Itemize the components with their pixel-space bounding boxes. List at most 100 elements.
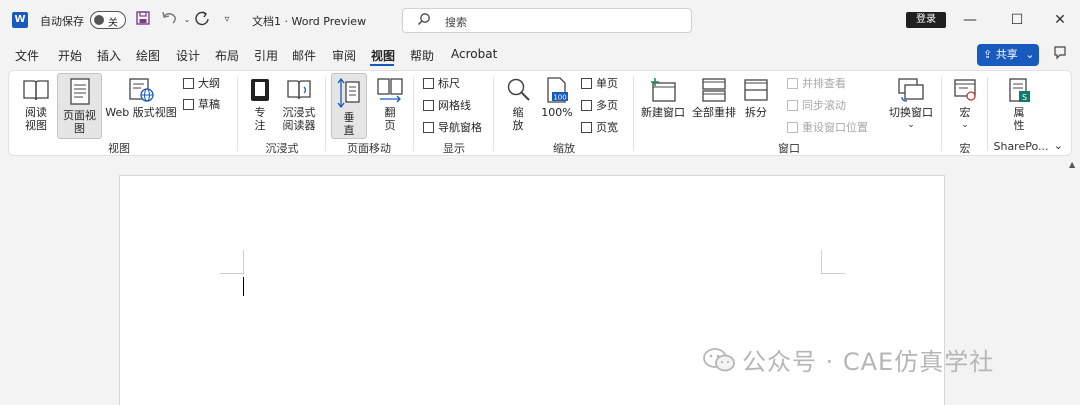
properties-button[interactable]: S 属性 <box>999 77 1039 137</box>
share-chevron-icon: ⌄ <box>1025 48 1035 61</box>
sync-scroll-button[interactable]: 同步滚动 <box>787 98 846 114</box>
tab-design[interactable]: 设计 <box>176 47 200 64</box>
read-mode-button[interactable]: 阅读视图 <box>17 77 55 137</box>
arrange-all-label: 全部重排 <box>692 106 736 119</box>
nav-pane-checkbox-box <box>423 122 434 133</box>
tab-mailings[interactable]: 邮件 <box>292 47 316 64</box>
print-layout-icon <box>69 78 91 109</box>
group-label-sharepoint: SharePo... <box>993 140 1049 153</box>
comments-icon[interactable] <box>1052 45 1068 65</box>
switch-windows-button[interactable]: 切换窗口 ⌄ <box>885 77 937 137</box>
ribbon-separator <box>237 77 238 151</box>
page-width-label: 页宽 <box>596 121 618 134</box>
split-button[interactable]: 拆分 <box>741 77 771 137</box>
side-by-side-icon <box>787 78 798 89</box>
new-window-label: 新建窗口 <box>641 106 685 119</box>
active-tab-indicator <box>370 64 394 66</box>
tab-review[interactable]: 审阅 <box>332 47 356 64</box>
side-to-side-button[interactable]: 翻页 <box>371 77 409 137</box>
focus-label: 专注 <box>254 106 266 132</box>
tab-layout[interactable]: 布局 <box>215 47 239 64</box>
minimize-button[interactable]: — <box>960 10 980 30</box>
outline-label: 大纲 <box>198 77 220 90</box>
one-page-button[interactable]: 单页 <box>581 76 618 92</box>
tab-help[interactable]: 帮助 <box>410 47 434 64</box>
tab-view[interactable]: 视图 <box>371 47 395 64</box>
wechat-logo-icon <box>703 348 735 372</box>
search-icon <box>417 12 431 30</box>
reset-position-icon <box>787 122 798 133</box>
tab-acrobat[interactable]: Acrobat <box>451 47 497 61</box>
search-placeholder: 搜索 <box>445 16 467 29</box>
immersive-reader-button[interactable]: 沉浸式阅读器 <box>279 77 319 137</box>
switch-windows-icon <box>897 78 925 106</box>
draft-button[interactable]: 草稿 <box>183 97 220 113</box>
ribbon: 阅读视图 页面视图 Web 版式视图 大纲 草稿 视图 专注 沉浸式阅读器 沉浸… <box>8 70 1072 156</box>
search-box[interactable]: 搜索 <box>402 8 692 33</box>
gridlines-checkbox[interactable]: 网格线 <box>423 98 471 114</box>
tab-draw[interactable]: 绘图 <box>136 47 160 64</box>
undo-icon[interactable] <box>160 10 178 30</box>
properties-label: 属性 <box>1013 106 1025 132</box>
page-width-button[interactable]: 页宽 <box>581 120 618 136</box>
menu-bar: 文件 开始 插入 绘图 设计 布局 引用 邮件 审阅 视图 帮助 Acrobat <box>0 44 1080 66</box>
side-by-side-label: 并排查看 <box>802 77 846 90</box>
tab-references[interactable]: 引用 <box>254 47 278 64</box>
redo-icon[interactable] <box>193 10 211 30</box>
tab-file[interactable]: 文件 <box>15 47 39 64</box>
scroll-up-arrow-icon[interactable]: ▲ <box>1069 160 1075 169</box>
print-layout-button[interactable]: 页面视图 <box>57 73 102 139</box>
macros-chevron-icon: ⌄ <box>961 120 969 130</box>
new-window-button[interactable]: 新建窗口 <box>639 77 687 137</box>
ruler-checkbox[interactable]: 标尺 <box>423 76 460 92</box>
multiple-pages-label: 多页 <box>596 99 618 112</box>
word-logo-icon: W <box>12 12 28 28</box>
nav-pane-checkbox[interactable]: 导航窗格 <box>423 120 482 136</box>
collapse-ribbon-icon[interactable]: ⌄ <box>1054 139 1063 152</box>
group-label-views: 视图 <box>108 142 130 155</box>
autosave-toggle[interactable]: 关 <box>90 11 126 29</box>
tab-insert[interactable]: 插入 <box>97 47 121 64</box>
multiple-pages-button[interactable]: 多页 <box>581 98 618 114</box>
side-to-side-icon <box>376 78 404 106</box>
watermark-text: 公众号 · CAE仿真学社 <box>742 348 995 376</box>
gridlines-label: 网格线 <box>438 99 471 112</box>
margin-corner-top-right <box>821 250 845 274</box>
customize-toolbar-icon[interactable]: ▿ <box>218 10 236 30</box>
magnifier-icon <box>505 78 531 106</box>
group-label-zoom: 缩放 <box>553 142 575 155</box>
save-icon[interactable] <box>134 10 152 30</box>
zoom-label: 缩放 <box>512 106 524 132</box>
autosave-label: 自动保存 <box>40 15 84 28</box>
group-label-page-movement: 页面移动 <box>347 142 391 155</box>
login-button[interactable]: 登录 <box>906 12 946 28</box>
split-label: 拆分 <box>745 106 767 119</box>
split-icon <box>742 79 770 106</box>
ribbon-separator <box>987 77 988 151</box>
reset-window-position-button[interactable]: 重设窗口位置 <box>787 120 868 136</box>
close-button[interactable]: ✕ <box>1050 10 1070 30</box>
share-label: 共享 <box>995 48 1018 61</box>
margin-corner-top-left <box>220 250 244 274</box>
web-layout-label: Web 版式视图 <box>105 106 177 119</box>
outline-icon <box>183 78 194 89</box>
view-side-by-side-button[interactable]: 并排查看 <box>787 76 846 92</box>
ruler-label: 标尺 <box>438 77 460 90</box>
maximize-button[interactable]: ☐ <box>1007 10 1027 30</box>
tab-home[interactable]: 开始 <box>58 47 82 64</box>
one-page-label: 单页 <box>596 77 618 90</box>
share-button[interactable]: ⇪ 共享 ⌄ <box>977 44 1039 66</box>
zoom-button[interactable]: 缩放 <box>501 77 535 137</box>
zoom-100-button[interactable]: 100 100% <box>539 77 575 137</box>
outline-button[interactable]: 大纲 <box>183 76 220 92</box>
macros-button[interactable]: 宏 ⌄ <box>949 77 981 137</box>
arrange-all-button[interactable]: 全部重排 <box>689 77 739 137</box>
group-label-immersive: 沉浸式 <box>265 142 299 155</box>
read-mode-label: 阅读视图 <box>25 106 47 132</box>
vertical-button[interactable]: 垂直 <box>331 73 367 139</box>
macros-icon <box>952 79 978 106</box>
ribbon-separator <box>941 77 942 151</box>
web-layout-button[interactable]: Web 版式视图 <box>105 77 177 137</box>
focus-button[interactable]: 专注 <box>245 77 275 137</box>
zoom-100-badge: 100 <box>553 94 566 102</box>
